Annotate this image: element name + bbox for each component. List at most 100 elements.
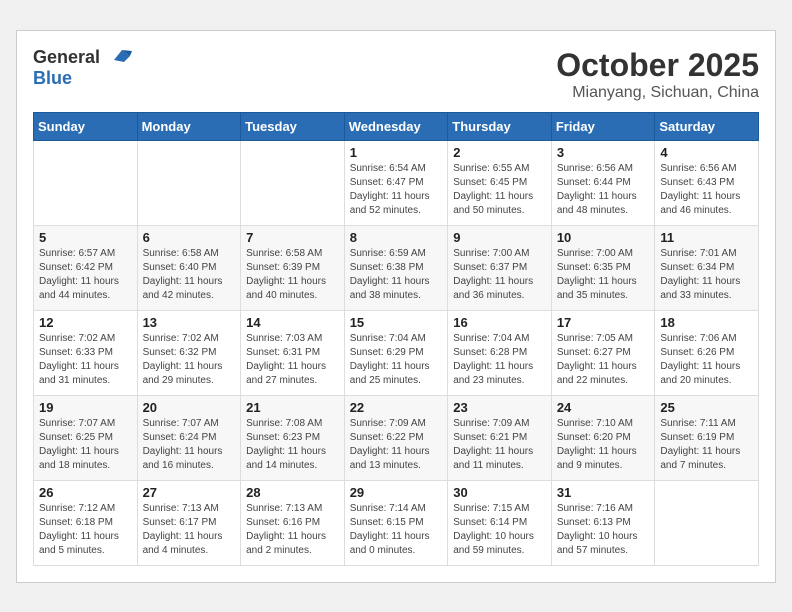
day-cell	[34, 140, 138, 225]
day-info: Sunrise: 7:03 AMSunset: 6:31 PMDaylight:…	[246, 332, 339, 388]
day-info: Sunrise: 7:09 AMSunset: 6:21 PMDaylight:…	[453, 417, 546, 473]
day-number: 27	[143, 485, 236, 500]
day-cell: 4 Sunrise: 6:56 AMSunset: 6:43 PMDaylight…	[655, 140, 759, 225]
day-cell: 31 Sunrise: 7:16 AMSunset: 6:13 PMDayligh…	[551, 480, 655, 565]
day-number: 29	[350, 485, 443, 500]
day-number: 5	[39, 230, 132, 245]
day-info: Sunrise: 7:04 AMSunset: 6:28 PMDaylight:…	[453, 332, 546, 388]
day-info: Sunrise: 6:58 AMSunset: 6:40 PMDaylight:…	[143, 247, 236, 303]
day-number: 26	[39, 485, 132, 500]
day-number: 6	[143, 230, 236, 245]
day-info: Sunrise: 6:57 AMSunset: 6:42 PMDaylight:…	[39, 247, 132, 303]
day-info: Sunrise: 7:13 AMSunset: 6:16 PMDaylight:…	[246, 502, 339, 558]
day-number: 19	[39, 400, 132, 415]
day-cell: 26 Sunrise: 7:12 AMSunset: 6:18 PMDayligh…	[34, 480, 138, 565]
weekday-saturday: Saturday	[655, 112, 759, 140]
logo: General Blue	[33, 47, 134, 89]
week-row-3: 12Sunrise: 7:02 AMSunset: 6:33 PMDayligh…	[34, 310, 759, 395]
day-info: Sunrise: 7:11 AMSunset: 6:19 PMDaylight:…	[660, 417, 753, 473]
day-number: 4	[660, 145, 753, 160]
day-number: 20	[143, 400, 236, 415]
day-info: Sunrise: 7:02 AMSunset: 6:32 PMDaylight:…	[143, 332, 236, 388]
weekday-thursday: Thursday	[448, 112, 552, 140]
calendar-container: General Blue October 2025 Mianyang, Sich…	[16, 30, 776, 583]
weekday-wednesday: Wednesday	[344, 112, 448, 140]
day-info: Sunrise: 7:05 AMSunset: 6:27 PMDaylight:…	[557, 332, 650, 388]
week-row-1: 1 Sunrise: 6:54 AMSunset: 6:47 PMDaylight…	[34, 140, 759, 225]
day-number: 9	[453, 230, 546, 245]
day-cell: 18 Sunrise: 7:06 AMSunset: 6:26 PMDayligh…	[655, 310, 759, 395]
day-cell: 10Sunrise: 7:00 AMSunset: 6:35 PMDayligh…	[551, 225, 655, 310]
day-cell: 17 Sunrise: 7:05 AMSunset: 6:27 PMDayligh…	[551, 310, 655, 395]
day-number: 17	[557, 315, 650, 330]
day-number: 3	[557, 145, 650, 160]
day-cell: 25Sunrise: 7:11 AMSunset: 6:19 PMDayligh…	[655, 395, 759, 480]
week-row-2: 5 Sunrise: 6:57 AMSunset: 6:42 PMDaylight…	[34, 225, 759, 310]
day-cell: 14 Sunrise: 7:03 AMSunset: 6:31 PMDayligh…	[241, 310, 345, 395]
weekday-header-row: SundayMondayTuesdayWednesdayThursdayFrid…	[34, 112, 759, 140]
weekday-sunday: Sunday	[34, 112, 138, 140]
day-info: Sunrise: 6:54 AMSunset: 6:47 PMDaylight:…	[350, 162, 443, 218]
day-cell: 20 Sunrise: 7:07 AMSunset: 6:24 PMDayligh…	[137, 395, 241, 480]
day-number: 8	[350, 230, 443, 245]
day-number: 31	[557, 485, 650, 500]
day-info: Sunrise: 7:16 AMSunset: 6:13 PMDaylight:…	[557, 502, 650, 558]
day-cell: 23Sunrise: 7:09 AMSunset: 6:21 PMDayligh…	[448, 395, 552, 480]
day-cell: 6 Sunrise: 6:58 AMSunset: 6:40 PMDaylight…	[137, 225, 241, 310]
day-cell: 11 Sunrise: 7:01 AMSunset: 6:34 PMDayligh…	[655, 225, 759, 310]
day-cell: 7Sunrise: 6:58 AMSunset: 6:39 PMDaylight…	[241, 225, 345, 310]
day-number: 28	[246, 485, 339, 500]
title-section: October 2025 Mianyang, Sichuan, China	[556, 47, 759, 102]
day-info: Sunrise: 7:12 AMSunset: 6:18 PMDaylight:…	[39, 502, 132, 558]
day-cell: 30Sunrise: 7:15 AMSunset: 6:14 PMDayligh…	[448, 480, 552, 565]
day-info: Sunrise: 7:09 AMSunset: 6:22 PMDaylight:…	[350, 417, 443, 473]
day-number: 1	[350, 145, 443, 160]
day-cell: 21Sunrise: 7:08 AMSunset: 6:23 PMDayligh…	[241, 395, 345, 480]
day-cell	[137, 140, 241, 225]
day-cell	[241, 140, 345, 225]
week-row-4: 19Sunrise: 7:07 AMSunset: 6:25 PMDayligh…	[34, 395, 759, 480]
day-cell: 8Sunrise: 6:59 AMSunset: 6:38 PMDaylight…	[344, 225, 448, 310]
day-number: 13	[143, 315, 236, 330]
day-cell: 12Sunrise: 7:02 AMSunset: 6:33 PMDayligh…	[34, 310, 138, 395]
logo-blue: Blue	[33, 68, 72, 89]
week-row-5: 26 Sunrise: 7:12 AMSunset: 6:18 PMDayligh…	[34, 480, 759, 565]
day-cell: 3 Sunrise: 6:56 AMSunset: 6:44 PMDaylight…	[551, 140, 655, 225]
weekday-monday: Monday	[137, 112, 241, 140]
day-cell: 29 Sunrise: 7:14 AMSunset: 6:15 PMDayligh…	[344, 480, 448, 565]
header-section: General Blue October 2025 Mianyang, Sich…	[33, 47, 759, 102]
day-cell: 2Sunrise: 6:55 AMSunset: 6:45 PMDaylight…	[448, 140, 552, 225]
day-number: 18	[660, 315, 753, 330]
day-number: 10	[557, 230, 650, 245]
day-cell: 15Sunrise: 7:04 AMSunset: 6:29 PMDayligh…	[344, 310, 448, 395]
day-info: Sunrise: 7:06 AMSunset: 6:26 PMDaylight:…	[660, 332, 753, 388]
day-info: Sunrise: 7:10 AMSunset: 6:20 PMDaylight:…	[557, 417, 650, 473]
day-info: Sunrise: 6:56 AMSunset: 6:44 PMDaylight:…	[557, 162, 650, 218]
day-cell: 5 Sunrise: 6:57 AMSunset: 6:42 PMDaylight…	[34, 225, 138, 310]
day-info: Sunrise: 7:15 AMSunset: 6:14 PMDaylight:…	[453, 502, 546, 558]
day-info: Sunrise: 7:08 AMSunset: 6:23 PMDaylight:…	[246, 417, 339, 473]
location-title: Mianyang, Sichuan, China	[556, 84, 759, 102]
day-cell: 22 Sunrise: 7:09 AMSunset: 6:22 PMDayligh…	[344, 395, 448, 480]
day-number: 11	[660, 230, 753, 245]
day-cell: 28 Sunrise: 7:13 AMSunset: 6:16 PMDayligh…	[241, 480, 345, 565]
day-cell: 19Sunrise: 7:07 AMSunset: 6:25 PMDayligh…	[34, 395, 138, 480]
day-cell: 13 Sunrise: 7:02 AMSunset: 6:32 PMDayligh…	[137, 310, 241, 395]
day-cell: 24Sunrise: 7:10 AMSunset: 6:20 PMDayligh…	[551, 395, 655, 480]
month-title: October 2025	[556, 47, 759, 84]
day-number: 22	[350, 400, 443, 415]
day-info: Sunrise: 7:07 AMSunset: 6:24 PMDaylight:…	[143, 417, 236, 473]
calendar-grid: SundayMondayTuesdayWednesdayThursdayFrid…	[33, 112, 759, 566]
logo-general: General	[33, 47, 100, 68]
weekday-friday: Friday	[551, 112, 655, 140]
day-info: Sunrise: 7:14 AMSunset: 6:15 PMDaylight:…	[350, 502, 443, 558]
day-number: 14	[246, 315, 339, 330]
day-cell: 9Sunrise: 7:00 AMSunset: 6:37 PMDaylight…	[448, 225, 552, 310]
day-cell: 27Sunrise: 7:13 AMSunset: 6:17 PMDayligh…	[137, 480, 241, 565]
day-info: Sunrise: 6:55 AMSunset: 6:45 PMDaylight:…	[453, 162, 546, 218]
logo-bird-icon	[104, 48, 134, 66]
day-info: Sunrise: 6:56 AMSunset: 6:43 PMDaylight:…	[660, 162, 753, 218]
day-info: Sunrise: 7:02 AMSunset: 6:33 PMDaylight:…	[39, 332, 132, 388]
day-info: Sunrise: 7:01 AMSunset: 6:34 PMDaylight:…	[660, 247, 753, 303]
day-cell: 16Sunrise: 7:04 AMSunset: 6:28 PMDayligh…	[448, 310, 552, 395]
